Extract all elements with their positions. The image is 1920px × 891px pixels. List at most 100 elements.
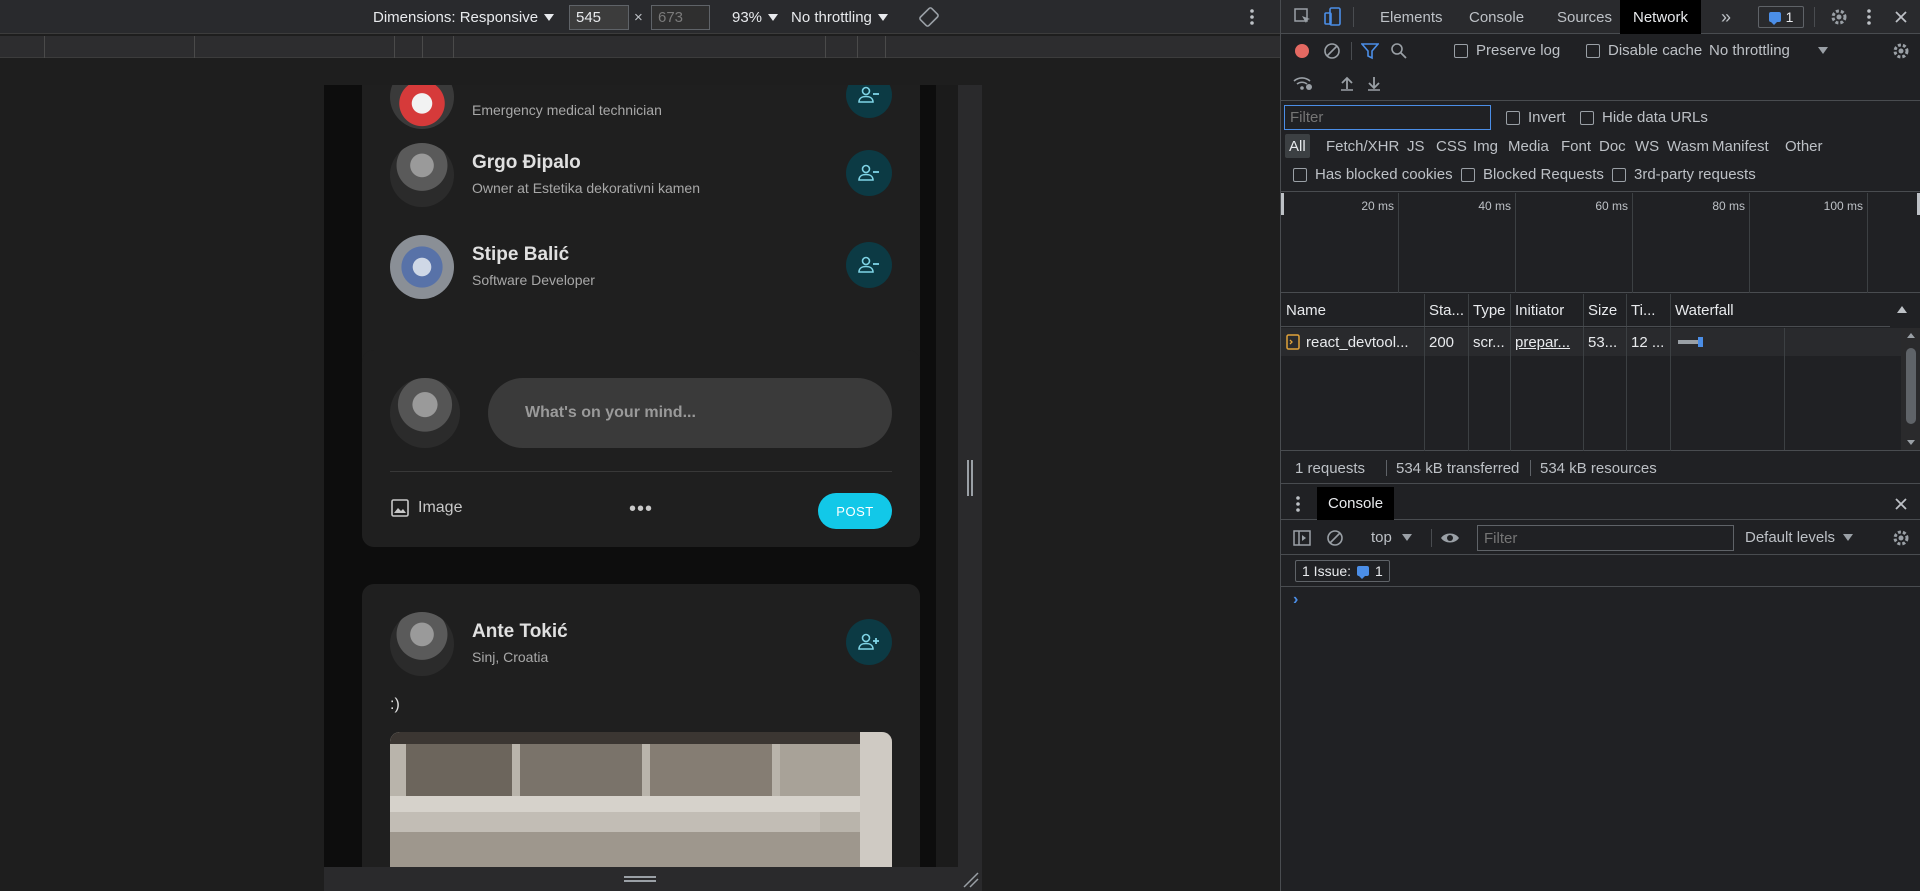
type-filter-font[interactable]: Font — [1557, 134, 1595, 158]
person-remove-icon — [858, 256, 879, 273]
friend-name[interactable]: Stipe Balić — [472, 244, 569, 266]
third-party-requests-checkbox[interactable]: 3rd-party requests — [1612, 166, 1756, 183]
more-options-icon[interactable] — [1249, 0, 1255, 34]
rotate-icon[interactable] — [919, 0, 939, 34]
live-expression-eye-icon[interactable] — [1438, 528, 1462, 548]
drawer-menu-icon[interactable] — [1291, 494, 1305, 514]
hide-data-urls-checkbox[interactable]: Hide data URLs — [1580, 109, 1708, 126]
network-overview-timeline[interactable]: 20 ms 40 ms 60 ms 80 ms 100 ms — [1281, 193, 1920, 293]
post-author[interactable]: Ante Tokić — [472, 621, 568, 643]
column-header-time[interactable]: Ti... — [1626, 294, 1670, 327]
issues-chip[interactable]: 1 Issue: 1 — [1295, 560, 1390, 582]
post-image[interactable] — [390, 732, 892, 867]
clear-console-icon[interactable] — [1325, 528, 1345, 548]
disable-cache-checkbox[interactable]: Disable cache — [1586, 42, 1702, 59]
column-header-size[interactable]: Size — [1583, 294, 1626, 327]
throttling-dropdown[interactable]: No throttling — [791, 0, 888, 34]
request-initiator-link[interactable]: prepar... — [1510, 328, 1583, 356]
add-image-button[interactable]: Image — [390, 498, 462, 518]
network-conditions-icon[interactable] — [1292, 73, 1314, 93]
resize-corner-icon[interactable] — [958, 867, 982, 891]
resize-handle-bottom[interactable] — [324, 867, 982, 891]
type-filter-img[interactable]: Img — [1469, 134, 1502, 158]
column-header-status[interactable]: Sta... — [1424, 294, 1468, 327]
filter-icon[interactable] — [1360, 41, 1380, 61]
log-levels-dropdown[interactable]: Default levels — [1745, 529, 1854, 546]
import-har-icon[interactable] — [1337, 73, 1357, 93]
settings-gear-icon[interactable] — [1829, 7, 1849, 27]
blocked-requests-checkbox[interactable]: Blocked Requests — [1461, 166, 1604, 183]
avatar[interactable] — [390, 612, 454, 676]
type-filter-manifest[interactable]: Manifest — [1708, 134, 1773, 158]
console-filter-input[interactable] — [1477, 525, 1734, 551]
console-settings-gear-icon[interactable] — [1891, 528, 1911, 548]
drawer-tab-console[interactable]: Console — [1317, 487, 1395, 520]
type-filter-ws[interactable]: WS — [1631, 134, 1663, 158]
clear-icon[interactable] — [1322, 41, 1342, 61]
type-filter-css[interactable]: CSS — [1432, 134, 1471, 158]
more-tabs-button[interactable]: » — [1708, 0, 1744, 34]
device-viewport: Emergency medical technician Grgo Đipalo… — [324, 85, 958, 867]
height-input[interactable] — [651, 5, 710, 30]
remove-friend-button[interactable] — [846, 85, 892, 118]
type-filter-other[interactable]: Other — [1781, 134, 1827, 158]
add-friend-button[interactable] — [846, 619, 892, 665]
width-input[interactable] — [569, 5, 629, 30]
more-options-icon[interactable] — [1863, 7, 1875, 27]
column-header-waterfall[interactable]: Waterfall — [1670, 294, 1890, 327]
requests-scrollbar[interactable] — [1901, 328, 1920, 450]
avatar[interactable] — [390, 378, 460, 448]
checkbox-icon — [1461, 167, 1475, 182]
tab-sources[interactable]: Sources — [1544, 0, 1625, 34]
issues-button[interactable]: 1 — [1758, 6, 1804, 28]
friend-name[interactable]: Grgo Đipalo — [472, 152, 581, 174]
avatar[interactable] — [390, 235, 454, 299]
avatar[interactable] — [390, 143, 454, 207]
has-blocked-cookies-checkbox[interactable]: Has blocked cookies — [1293, 166, 1453, 183]
network-throttling-dropdown[interactable]: No throttling — [1709, 42, 1828, 59]
export-har-icon[interactable] — [1364, 73, 1384, 93]
tab-network[interactable]: Network — [1620, 0, 1702, 34]
column-header-type[interactable]: Type — [1468, 294, 1510, 327]
column-header-name[interactable]: Name — [1281, 294, 1424, 327]
more-options-icon[interactable]: ••• — [629, 498, 653, 521]
request-status: 200 — [1429, 333, 1455, 351]
search-icon[interactable] — [1389, 41, 1409, 61]
record-icon[interactable] — [1292, 41, 1312, 61]
tab-console[interactable]: Console — [1456, 0, 1537, 34]
close-drawer-icon[interactable] — [1891, 494, 1911, 514]
resize-handle-right[interactable] — [958, 85, 982, 867]
network-filter-input[interactable] — [1284, 105, 1491, 130]
type-filter-fetch-xhr[interactable]: Fetch/XHR — [1322, 134, 1403, 158]
dimensions-dropdown[interactable]: Dimensions: Responsive — [373, 0, 555, 34]
device-toolbar-icon[interactable] — [1323, 6, 1343, 28]
remove-friend-button[interactable] — [846, 242, 892, 288]
network-settings-gear-icon[interactable] — [1891, 41, 1911, 61]
zoom-dropdown[interactable]: 93% — [732, 0, 779, 34]
type-filter-js[interactable]: JS — [1403, 134, 1429, 158]
type-filter-wasm[interactable]: Wasm — [1663, 134, 1713, 158]
preserve-log-checkbox[interactable]: Preserve log — [1454, 42, 1560, 59]
friend-row: Grgo Đipalo Owner at Estetika dekorativn… — [390, 143, 892, 207]
tab-elements[interactable]: Elements — [1367, 0, 1456, 34]
context-selector[interactable]: top — [1371, 529, 1412, 546]
close-icon[interactable] — [1891, 7, 1911, 27]
post-button[interactable]: POST — [818, 493, 892, 529]
post-input[interactable]: What's on your mind... — [488, 378, 892, 448]
remove-friend-button[interactable] — [846, 150, 892, 196]
invert-checkbox[interactable]: Invert — [1506, 109, 1566, 126]
console-sidebar-icon[interactable] — [1291, 528, 1313, 548]
scroll-down-icon — [1907, 440, 1915, 445]
avatar[interactable] — [390, 85, 454, 129]
page-scrollbar[interactable] — [936, 85, 958, 867]
console-prompt-icon[interactable]: › — [1293, 591, 1298, 609]
summary-resources: 534 kB resources — [1540, 459, 1657, 477]
request-waterfall[interactable] — [1670, 328, 1784, 356]
inspect-element-icon[interactable] — [1293, 7, 1313, 27]
issues-chip-count: 1 — [1375, 563, 1383, 579]
column-header-initiator[interactable]: Initiator — [1510, 294, 1583, 327]
type-filter-all[interactable]: All — [1285, 134, 1310, 158]
type-filter-doc[interactable]: Doc — [1595, 134, 1630, 158]
request-name-cell[interactable]: react_devtool... — [1281, 328, 1424, 356]
type-filter-media[interactable]: Media — [1504, 134, 1553, 158]
